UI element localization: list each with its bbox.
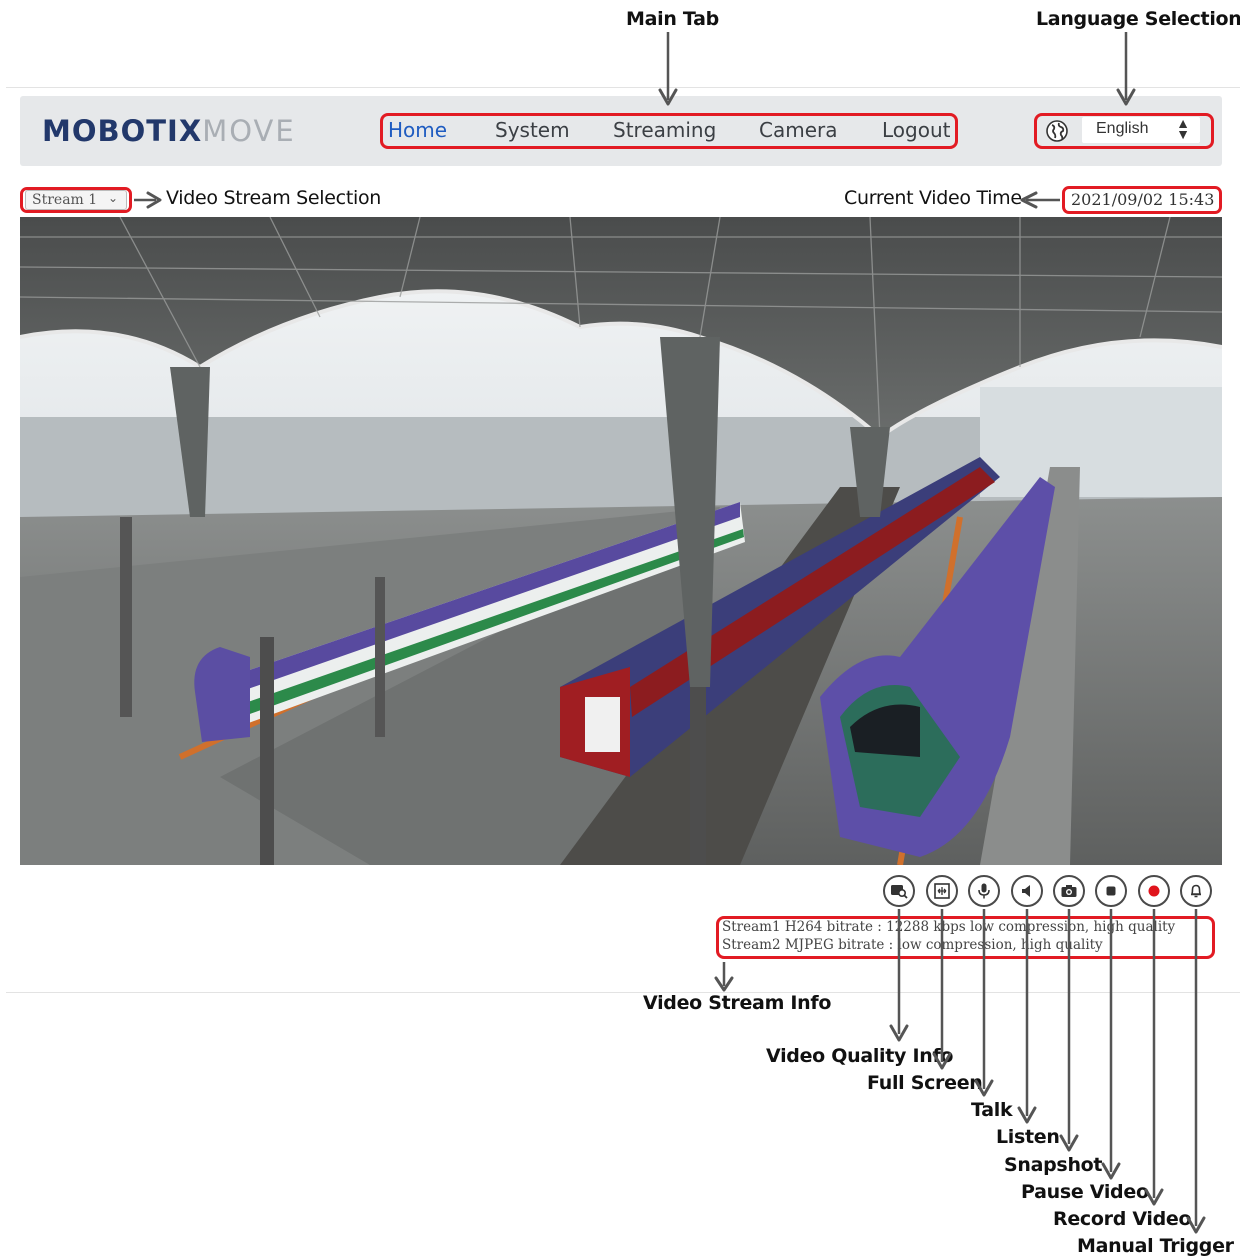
bottom-divider	[6, 992, 1240, 993]
annotation-language-selection: Language Selection	[1036, 8, 1240, 30]
stream-select[interactable]: Stream 1 ⌄	[25, 190, 127, 210]
record-icon	[1148, 885, 1160, 897]
annotation-snapshot: Snapshot	[1004, 1154, 1103, 1176]
tab-streaming[interactable]: Streaming	[613, 118, 716, 142]
video-frame	[20, 217, 1222, 865]
speaker-icon	[1022, 885, 1030, 897]
top-divider	[6, 87, 1240, 88]
pause-video-button[interactable]	[1095, 875, 1127, 907]
snapshot-button[interactable]	[1053, 875, 1085, 907]
tab-system[interactable]: System	[495, 118, 570, 142]
annotation-main-tab: Main Tab	[626, 8, 719, 30]
annotation-video-stream-info: Video Stream Info	[643, 992, 832, 1014]
video-stream[interactable]	[20, 217, 1222, 865]
tab-camera[interactable]: Camera	[759, 118, 838, 142]
annotation-manual-trigger: Manual Trigger	[1077, 1235, 1234, 1257]
talk-button[interactable]	[968, 875, 1000, 907]
camera-icon	[1061, 885, 1077, 897]
annotation-video-stream-selection: Video Stream Selection	[166, 187, 382, 209]
stream-info-line-2: Stream2 MJPEG bitrate : low compression,…	[722, 937, 1103, 953]
video-search-icon	[891, 885, 908, 899]
record-video-button[interactable]	[1138, 875, 1170, 907]
logo-brand: MOBOTIX	[42, 114, 203, 148]
video-quality-info-button[interactable]	[883, 875, 915, 907]
chevron-down-icon: ⌄	[107, 191, 118, 205]
logo: MOBOTIXMOVE	[42, 114, 296, 148]
full-screen-button[interactable]	[926, 875, 958, 907]
globe-icon	[1046, 120, 1068, 142]
tab-home[interactable]: Home	[388, 118, 447, 142]
microphone-icon	[978, 883, 990, 899]
annotation-full-screen: Full Screen	[867, 1072, 983, 1094]
annotation-video-quality-info: Video Quality Info	[766, 1045, 954, 1067]
select-arrows-icon: ▲ ▼	[1176, 115, 1190, 142]
bell-icon	[1190, 884, 1202, 898]
annotation-current-video-time: Current Video Time	[844, 187, 1022, 209]
annotation-pause-video: Pause Video	[1021, 1181, 1149, 1203]
header-bar: MOBOTIXMOVE Home System Streaming Camera…	[20, 96, 1222, 166]
annotation-talk: Talk	[971, 1099, 1013, 1121]
annotation-record-video: Record Video	[1053, 1208, 1192, 1230]
video-time: 2021/09/02 15:43	[1071, 190, 1215, 209]
language-value: English	[1096, 120, 1149, 137]
annotation-listen: Listen	[996, 1126, 1060, 1148]
logo-product: MOVE	[202, 114, 296, 148]
stop-icon	[1106, 886, 1116, 896]
tab-logout[interactable]: Logout	[882, 118, 950, 142]
fullscreen-icon	[934, 883, 950, 899]
stream-info-line-1: Stream1 H264 bitrate : 12288 kbps low co…	[722, 919, 1176, 935]
listen-button[interactable]	[1011, 875, 1043, 907]
stream-select-value: Stream 1	[32, 192, 98, 208]
manual-trigger-button[interactable]	[1180, 875, 1212, 907]
language-select[interactable]: English ▲ ▼	[1082, 115, 1200, 143]
